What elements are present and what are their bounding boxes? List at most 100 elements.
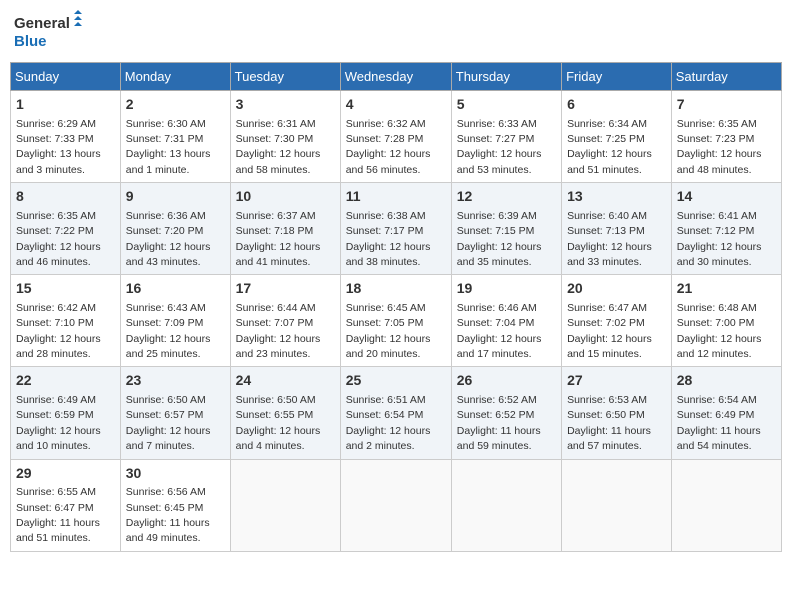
calendar-cell: 13 Sunrise: 6:40 AMSunset: 7:13 PMDaylig… [562, 183, 672, 275]
day-number: 12 [457, 187, 556, 207]
calendar-cell: 11 Sunrise: 6:38 AMSunset: 7:17 PMDaylig… [340, 183, 451, 275]
calendar-cell [451, 459, 561, 551]
day-number: 17 [236, 279, 335, 299]
calendar-cell: 26 Sunrise: 6:52 AMSunset: 6:52 PMDaylig… [451, 367, 561, 459]
calendar-cell: 6 Sunrise: 6:34 AMSunset: 7:25 PMDayligh… [562, 91, 672, 183]
calendar-cell: 20 Sunrise: 6:47 AMSunset: 7:02 PMDaylig… [562, 275, 672, 367]
day-info: Sunrise: 6:52 AMSunset: 6:52 PMDaylight:… [457, 394, 541, 452]
calendar-cell: 27 Sunrise: 6:53 AMSunset: 6:50 PMDaylig… [562, 367, 672, 459]
day-info: Sunrise: 6:47 AMSunset: 7:02 PMDaylight:… [567, 302, 652, 360]
day-info: Sunrise: 6:50 AMSunset: 6:55 PMDaylight:… [236, 394, 321, 452]
day-info: Sunrise: 6:54 AMSunset: 6:49 PMDaylight:… [677, 394, 761, 452]
day-info: Sunrise: 6:38 AMSunset: 7:17 PMDaylight:… [346, 210, 431, 268]
calendar-cell: 19 Sunrise: 6:46 AMSunset: 7:04 PMDaylig… [451, 275, 561, 367]
calendar-cell [562, 459, 672, 551]
calendar-cell [671, 459, 781, 551]
day-info: Sunrise: 6:37 AMSunset: 7:18 PMDaylight:… [236, 210, 321, 268]
svg-text:General: General [14, 15, 70, 32]
calendar-cell: 16 Sunrise: 6:43 AMSunset: 7:09 PMDaylig… [120, 275, 230, 367]
calendar-cell: 10 Sunrise: 6:37 AMSunset: 7:18 PMDaylig… [230, 183, 340, 275]
day-number: 22 [16, 371, 115, 391]
weekday-header-sunday: Sunday [11, 63, 121, 91]
day-info: Sunrise: 6:36 AMSunset: 7:20 PMDaylight:… [126, 210, 211, 268]
day-number: 19 [457, 279, 556, 299]
logo-svg: General Blue [14, 10, 84, 54]
day-number: 28 [677, 371, 776, 391]
day-number: 18 [346, 279, 446, 299]
calendar-cell: 2 Sunrise: 6:30 AMSunset: 7:31 PMDayligh… [120, 91, 230, 183]
day-number: 26 [457, 371, 556, 391]
calendar-cell: 9 Sunrise: 6:36 AMSunset: 7:20 PMDayligh… [120, 183, 230, 275]
day-info: Sunrise: 6:50 AMSunset: 6:57 PMDaylight:… [126, 394, 211, 452]
calendar-cell: 30 Sunrise: 6:56 AMSunset: 6:45 PMDaylig… [120, 459, 230, 551]
day-number: 9 [126, 187, 225, 207]
day-number: 11 [346, 187, 446, 207]
calendar-cell: 7 Sunrise: 6:35 AMSunset: 7:23 PMDayligh… [671, 91, 781, 183]
page-header: General Blue [10, 10, 782, 54]
calendar-cell: 23 Sunrise: 6:50 AMSunset: 6:57 PMDaylig… [120, 367, 230, 459]
calendar-cell: 24 Sunrise: 6:50 AMSunset: 6:55 PMDaylig… [230, 367, 340, 459]
day-info: Sunrise: 6:34 AMSunset: 7:25 PMDaylight:… [567, 118, 652, 176]
day-info: Sunrise: 6:49 AMSunset: 6:59 PMDaylight:… [16, 394, 101, 452]
calendar-cell: 8 Sunrise: 6:35 AMSunset: 7:22 PMDayligh… [11, 183, 121, 275]
calendar-cell: 5 Sunrise: 6:33 AMSunset: 7:27 PMDayligh… [451, 91, 561, 183]
calendar-cell: 4 Sunrise: 6:32 AMSunset: 7:28 PMDayligh… [340, 91, 451, 183]
day-info: Sunrise: 6:41 AMSunset: 7:12 PMDaylight:… [677, 210, 762, 268]
day-number: 4 [346, 95, 446, 115]
calendar-cell: 15 Sunrise: 6:42 AMSunset: 7:10 PMDaylig… [11, 275, 121, 367]
day-number: 8 [16, 187, 115, 207]
calendar-cell [230, 459, 340, 551]
calendar-cell: 17 Sunrise: 6:44 AMSunset: 7:07 PMDaylig… [230, 275, 340, 367]
day-info: Sunrise: 6:45 AMSunset: 7:05 PMDaylight:… [346, 302, 431, 360]
day-info: Sunrise: 6:32 AMSunset: 7:28 PMDaylight:… [346, 118, 431, 176]
day-info: Sunrise: 6:29 AMSunset: 7:33 PMDaylight:… [16, 118, 101, 176]
day-number: 1 [16, 95, 115, 115]
calendar-week-row: 15 Sunrise: 6:42 AMSunset: 7:10 PMDaylig… [11, 275, 782, 367]
calendar-week-row: 1 Sunrise: 6:29 AMSunset: 7:33 PMDayligh… [11, 91, 782, 183]
day-number: 7 [677, 95, 776, 115]
day-info: Sunrise: 6:35 AMSunset: 7:22 PMDaylight:… [16, 210, 101, 268]
day-number: 20 [567, 279, 666, 299]
weekday-header-saturday: Saturday [671, 63, 781, 91]
day-info: Sunrise: 6:53 AMSunset: 6:50 PMDaylight:… [567, 394, 651, 452]
day-info: Sunrise: 6:35 AMSunset: 7:23 PMDaylight:… [677, 118, 762, 176]
calendar-cell: 12 Sunrise: 6:39 AMSunset: 7:15 PMDaylig… [451, 183, 561, 275]
day-number: 6 [567, 95, 666, 115]
day-info: Sunrise: 6:56 AMSunset: 6:45 PMDaylight:… [126, 486, 210, 544]
calendar-table: SundayMondayTuesdayWednesdayThursdayFrid… [10, 62, 782, 552]
day-info: Sunrise: 6:33 AMSunset: 7:27 PMDaylight:… [457, 118, 542, 176]
weekday-header-friday: Friday [562, 63, 672, 91]
day-number: 13 [567, 187, 666, 207]
day-info: Sunrise: 6:46 AMSunset: 7:04 PMDaylight:… [457, 302, 542, 360]
day-number: 3 [236, 95, 335, 115]
day-number: 5 [457, 95, 556, 115]
calendar-cell: 14 Sunrise: 6:41 AMSunset: 7:12 PMDaylig… [671, 183, 781, 275]
day-number: 23 [126, 371, 225, 391]
day-number: 30 [126, 464, 225, 484]
day-number: 27 [567, 371, 666, 391]
weekday-header-wednesday: Wednesday [340, 63, 451, 91]
day-number: 29 [16, 464, 115, 484]
calendar-week-row: 22 Sunrise: 6:49 AMSunset: 6:59 PMDaylig… [11, 367, 782, 459]
day-info: Sunrise: 6:42 AMSunset: 7:10 PMDaylight:… [16, 302, 101, 360]
calendar-cell: 25 Sunrise: 6:51 AMSunset: 6:54 PMDaylig… [340, 367, 451, 459]
svg-text:Blue: Blue [14, 33, 47, 50]
calendar-cell: 28 Sunrise: 6:54 AMSunset: 6:49 PMDaylig… [671, 367, 781, 459]
calendar-cell [340, 459, 451, 551]
day-number: 25 [346, 371, 446, 391]
day-number: 10 [236, 187, 335, 207]
logo: General Blue [14, 10, 84, 54]
day-info: Sunrise: 6:43 AMSunset: 7:09 PMDaylight:… [126, 302, 211, 360]
day-number: 21 [677, 279, 776, 299]
calendar-cell: 1 Sunrise: 6:29 AMSunset: 7:33 PMDayligh… [11, 91, 121, 183]
calendar-cell: 18 Sunrise: 6:45 AMSunset: 7:05 PMDaylig… [340, 275, 451, 367]
day-info: Sunrise: 6:48 AMSunset: 7:00 PMDaylight:… [677, 302, 762, 360]
day-number: 15 [16, 279, 115, 299]
day-info: Sunrise: 6:51 AMSunset: 6:54 PMDaylight:… [346, 394, 431, 452]
weekday-header-tuesday: Tuesday [230, 63, 340, 91]
calendar-cell: 21 Sunrise: 6:48 AMSunset: 7:00 PMDaylig… [671, 275, 781, 367]
calendar-cell: 3 Sunrise: 6:31 AMSunset: 7:30 PMDayligh… [230, 91, 340, 183]
day-info: Sunrise: 6:55 AMSunset: 6:47 PMDaylight:… [16, 486, 100, 544]
day-number: 2 [126, 95, 225, 115]
day-info: Sunrise: 6:31 AMSunset: 7:30 PMDaylight:… [236, 118, 321, 176]
